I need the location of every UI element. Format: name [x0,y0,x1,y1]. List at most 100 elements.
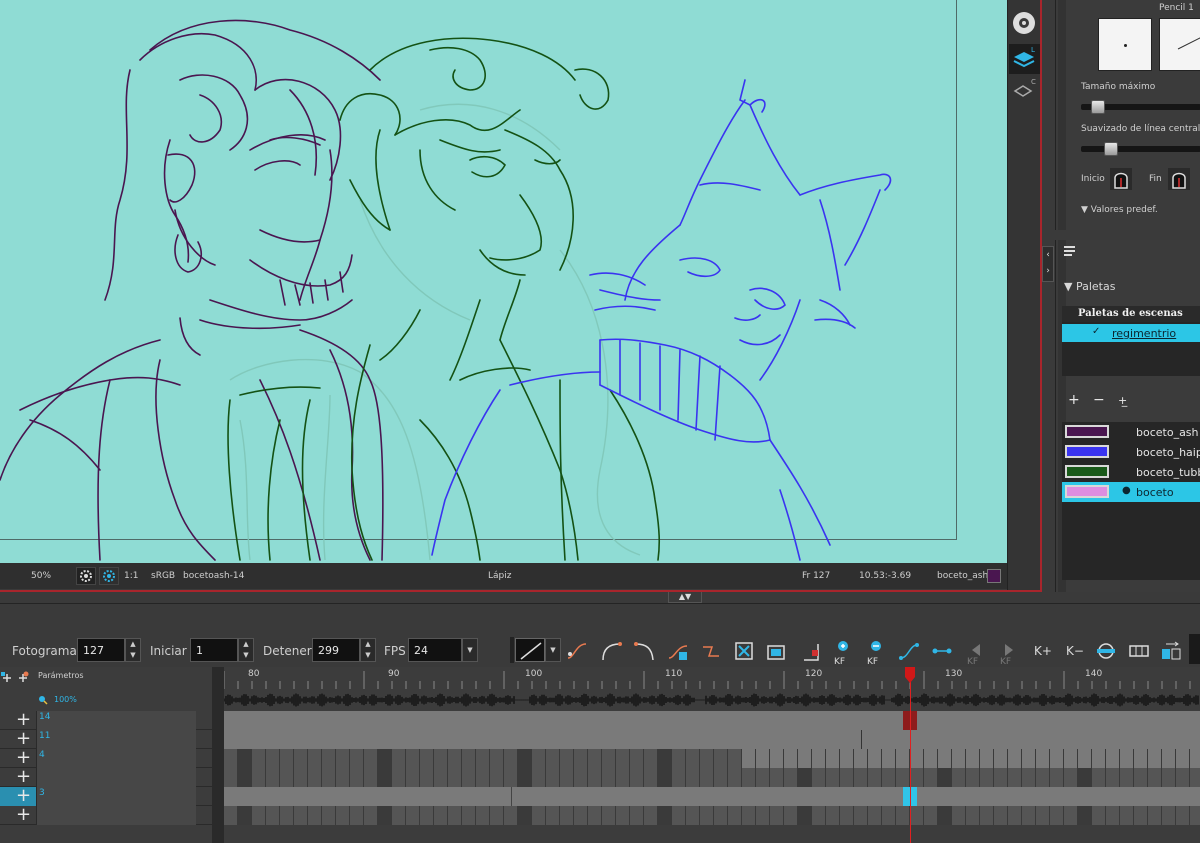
start-label: Iniciar [150,644,187,658]
playhead-marker[interactable] [904,667,916,683]
onion-skin-icon[interactable] [1095,640,1117,662]
stop-field[interactable]: 299 [312,638,360,662]
smoothing-slider-knob[interactable] [1104,142,1118,156]
expand-plus-icon[interactable]: + [16,711,31,729]
color-chip [1065,485,1109,498]
active-view-border-bottom [0,590,1042,592]
stop-motion-keyframe-icon[interactable] [800,640,822,662]
ruler-label: 130 [945,669,963,679]
frame-spinner[interactable]: ▲ ▼ [125,638,141,662]
expand-plus-icon[interactable]: + [16,730,31,748]
stop-spinner[interactable]: ▲ ▼ [360,638,376,662]
sketch-artwork [0,19,892,561]
end-tip-icon[interactable] [1168,168,1190,190]
timeline-grid[interactable]: 80 90 100 110 120 130 140 [224,667,1200,843]
ease-out-icon[interactable] [634,640,656,662]
add-palette-button[interactable]: + [1068,392,1080,408]
kf-label-prev: KF [967,657,979,667]
ease-curve-icon[interactable] [566,640,588,662]
start-spinner[interactable]: ▲ ▼ [238,638,254,662]
swatch-boceto[interactable]: ● boceto [1062,482,1200,502]
layer-row-4[interactable]: + 4 [0,749,212,768]
timeline-toolbar: Fotograma 127 ▲ ▼ Iniciar 1 ▲ ▼ Detener 29… [0,603,1200,667]
expand-plus-icon[interactable]: + [16,806,31,824]
magnifier-icon [39,696,48,705]
start-field[interactable]: 1 [190,638,238,662]
max-size-label: Tamaño máximo [1081,82,1156,92]
timeline-row-14[interactable] [224,711,1200,730]
max-size-slider[interactable] [1081,100,1200,114]
swatch-boceto-tubb[interactable]: boceto_tubb [1062,462,1200,482]
panel-collapse-arrows[interactable]: ‹ › [1042,246,1054,282]
fps-field[interactable]: 24 [408,638,462,662]
layer-row-3[interactable]: + 3 [0,787,212,806]
fps-dropdown[interactable]: ▼ [462,638,478,662]
presets-toggle[interactable]: ▼ Valores predef. [1081,205,1158,215]
ruler-label: 120 [805,669,823,679]
zoom-level[interactable]: 50% [31,571,51,581]
color-chip [1065,445,1109,458]
interpolation-dropdown[interactable]: ▼ [545,638,561,662]
add-layer-icon[interactable] [0,671,14,685]
timeline-splitter[interactable] [212,667,224,843]
add-peg-icon[interactable] [16,671,30,685]
swatch-boceto-ash[interactable]: boceto_ash [1062,422,1200,442]
camera-mode-button[interactable]: C [1009,78,1040,104]
motion-keyframe-icon[interactable] [898,640,920,662]
timeline-row-blank-a[interactable] [224,768,1200,787]
smoothing-slider[interactable] [1081,142,1200,156]
color-flake-icon[interactable] [99,567,119,585]
max-size-slider-knob[interactable] [1091,100,1105,114]
expand-plus-icon[interactable]: + [16,787,31,805]
sound-waveform[interactable] [224,689,1200,711]
sound-layer[interactable]: 100% [0,689,212,711]
timeline-row-3[interactable] [224,787,1200,806]
frame-field[interactable]: 127 [77,638,125,662]
constant-segment-icon[interactable] [700,640,722,662]
start-tip-icon[interactable] [1110,168,1132,190]
layer-row-blank-b[interactable]: + [0,806,212,825]
layer-mode-button[interactable]: L [1009,44,1040,74]
eye-icon[interactable] [1011,10,1037,36]
down-arrow-icon: ▼ [685,592,692,601]
remove-keyframe-icon[interactable] [733,640,755,662]
extend-exposure-icon[interactable] [765,640,787,662]
swatch-boceto-haip[interactable]: boceto_haip [1062,442,1200,462]
layer-row-14[interactable]: + 14 [0,711,212,730]
stroke-preview [1159,18,1200,71]
layer-row-blank-a[interactable]: + [0,768,212,787]
palette-panel: ‹ › ▼ Paletas Paletas de escenas ✓ regime… [1042,240,1200,592]
stop-motion-icon[interactable] [931,640,953,662]
current-color-swatch[interactable] [987,569,1001,583]
palettes-section-toggle[interactable]: ▼ Paletas [1064,280,1115,293]
ease-in-icon[interactable] [600,640,622,662]
frame-indicator: Fr 127 [802,571,831,581]
triangle-down-icon: ▼ [1081,205,1091,215]
expand-plus-icon[interactable]: + [16,768,31,786]
expand-plus-icon[interactable]: + [16,749,31,767]
layer-row-11[interactable]: + 11 [0,730,212,749]
palette-options-icon[interactable]: +̲ [1118,394,1127,407]
collapse-toggle[interactable]: ▲▼ [668,591,702,603]
remove-palette-button[interactable]: − [1093,392,1105,408]
smoothing-label: Suavizado de línea central [1081,124,1200,134]
ease-preset-icon[interactable] [667,640,689,662]
selected-dot-icon: ● [1122,485,1131,496]
timeline-row-11[interactable] [224,730,1200,749]
brush-preset-name[interactable]: Pencil 1 [1159,3,1194,13]
film-strip-icon[interactable] [1128,640,1150,662]
timeline-row-4[interactable] [224,749,1200,768]
set-keyframe-icon[interactable]: K+ [1031,640,1053,662]
panel-menu-icon[interactable] [1062,243,1078,259]
interpolation-selector[interactable] [515,638,545,662]
unset-keyframe-icon[interactable]: K− [1063,640,1085,662]
frame-ruler[interactable]: 80 90 100 110 120 130 140 [224,667,1200,689]
drawing-canvas[interactable] [0,0,1007,563]
flake-icon[interactable] [76,567,96,585]
palette-item-regimentrio[interactable]: ✓ regimentrio [1062,324,1200,342]
color-space: sRGB [151,571,176,581]
ruler-ticks [224,671,1191,689]
pixel-ratio: 1:1 [124,571,139,581]
move-exposure-icon[interactable] [1160,640,1182,662]
timeline-row-blank-b[interactable] [224,806,1200,825]
